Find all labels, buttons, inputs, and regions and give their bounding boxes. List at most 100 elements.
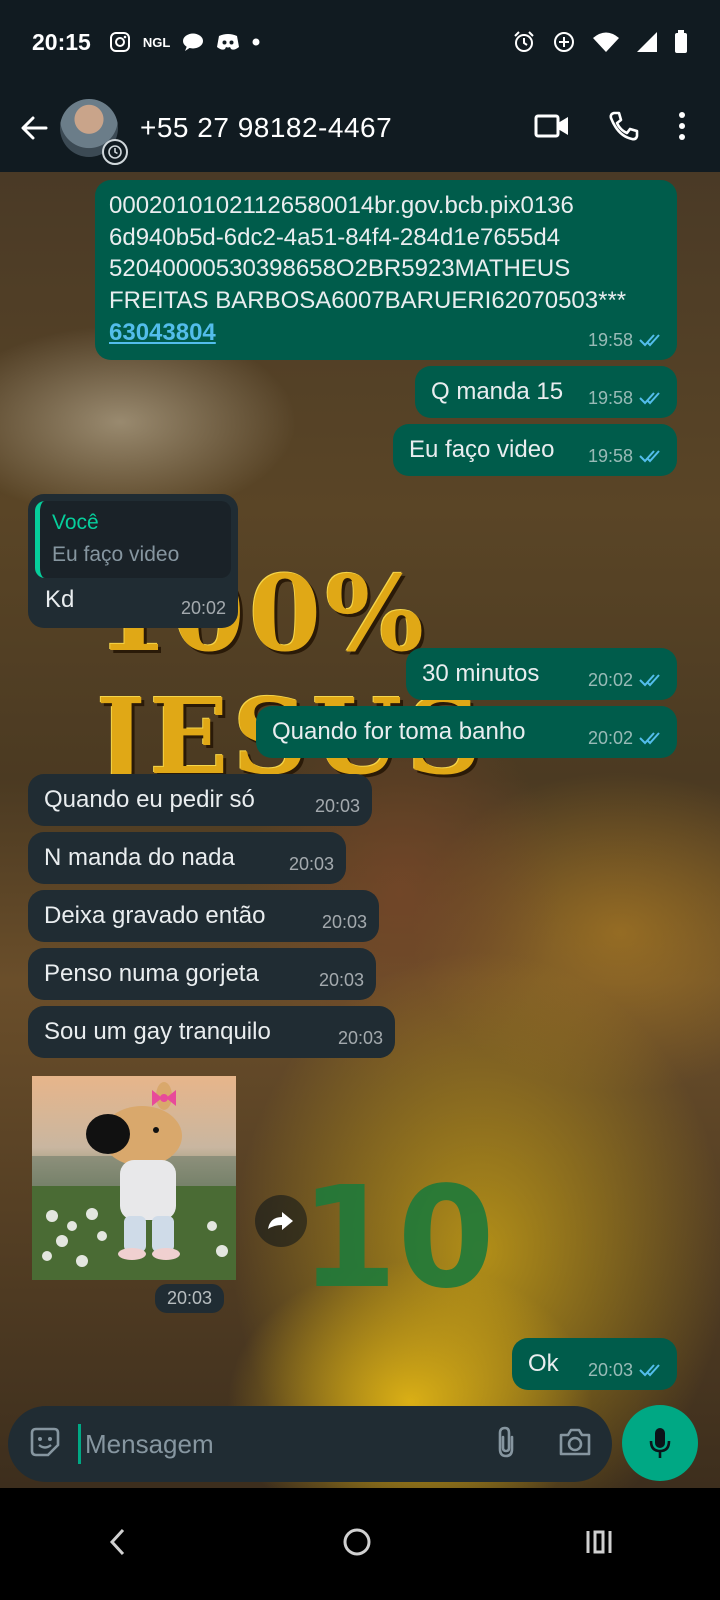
system-navigation-bar: [0, 1488, 720, 1600]
back-button[interactable]: [14, 108, 54, 148]
message-meta: 19:58: [588, 328, 665, 352]
message-bubble[interactable]: N manda do nada 20:03: [28, 832, 346, 884]
message-meta: 20:03: [588, 1358, 665, 1382]
nav-home-button[interactable]: [342, 1527, 372, 1562]
message-meta: 20:02: [588, 726, 665, 750]
message-text: Eu faço video: [409, 436, 555, 463]
message-bubble[interactable]: Deixa gravado então 20:03: [28, 890, 379, 942]
message-text: Kd: [45, 585, 75, 613]
quote-text: Eu faço video: [52, 543, 180, 567]
read-ticks-icon: [639, 1363, 665, 1377]
read-ticks-icon: [639, 731, 665, 745]
message-time: 20:03: [288, 853, 334, 874]
chat-icon: [182, 30, 204, 54]
more-vertical-icon: [679, 111, 685, 140]
instagram-icon: [109, 30, 131, 54]
emoji-button[interactable]: [28, 1425, 62, 1464]
battery-icon: [674, 30, 688, 54]
message-time: 20:03: [587, 1359, 633, 1380]
wifi-icon: [592, 30, 620, 54]
message-meta: 20:02: [588, 668, 665, 692]
notification-icons: NGL: [109, 30, 260, 54]
message-time: 20:02: [180, 597, 226, 618]
message-bubble[interactable]: Quando eu pedir só 20:03: [28, 774, 372, 826]
message-bubble[interactable]: Penso numa gorjeta 20:03: [28, 948, 376, 1000]
voice-call-button[interactable]: [608, 110, 640, 147]
data-saver-icon: [552, 30, 576, 54]
ngl-icon: NGL: [142, 34, 171, 50]
status-time: 20:15: [32, 28, 91, 55]
message-time: 20:03: [337, 1027, 383, 1048]
quote-author: Você: [52, 511, 99, 534]
read-ticks-icon: [639, 449, 665, 463]
message-text: Ok: [528, 1350, 559, 1377]
message-time: 19:58: [587, 445, 633, 466]
video-call-button[interactable]: [534, 113, 570, 144]
forward-button[interactable]: [255, 1195, 307, 1247]
message-meta: 20:03: [289, 852, 334, 876]
read-ticks-icon: [639, 333, 665, 347]
message-meta: 19:58: [588, 444, 665, 468]
message-time: 20:02: [587, 727, 633, 748]
message-bubble[interactable]: Quando for toma banho 20:02: [256, 706, 677, 758]
message-bubble[interactable]: Q manda 15 19:58: [415, 366, 677, 418]
message-composer: [8, 1406, 612, 1482]
message-bubble[interactable]: 30 minutos 20:02: [406, 648, 677, 700]
read-ticks-icon: [639, 391, 665, 405]
message-bubble[interactable]: Ok 20:03: [512, 1338, 677, 1390]
message-text: Q manda 15: [431, 378, 564, 405]
message-bubble[interactable]: Sou um gay tranquilo 20:03: [28, 1006, 395, 1058]
microphone-icon: [649, 1428, 671, 1458]
forward-icon: [268, 1212, 293, 1230]
sticker-smiley-icon: [30, 1427, 60, 1456]
message-meta: 19:58: [588, 386, 665, 410]
system-icons: [512, 30, 688, 54]
wallpaper-shirt-number: 10: [300, 1157, 495, 1320]
nav-back-button[interactable]: [107, 1527, 129, 1562]
message-text: Penso numa gorjeta: [44, 960, 259, 987]
contact-name[interactable]: +55 27 98182-4467: [140, 112, 392, 144]
video-camera-icon: [534, 114, 568, 137]
status-bar: 20:15 NGL: [0, 0, 720, 84]
voice-message-button[interactable]: [622, 1405, 698, 1481]
message-text: Quando for toma banho: [272, 718, 526, 745]
alarm-icon: [512, 30, 536, 54]
message-text: 30 minutos: [422, 660, 540, 687]
message-meta: 20:03: [338, 1026, 383, 1050]
message-text: Quando eu pedir só: [44, 786, 255, 813]
chevron-left-icon: [109, 1528, 124, 1555]
sticker-image[interactable]: [32, 1076, 236, 1280]
dog-sticker-icon: [32, 1082, 236, 1280]
message-text: 00020101021126580014br.gov.bcb.pix0136 6…: [109, 192, 627, 315]
more-options-button[interactable]: [678, 111, 686, 146]
disappearing-messages-icon: [102, 139, 128, 165]
message-time: 20:03: [155, 1284, 225, 1313]
message-bubble[interactable]: Eu faço video 19:58: [393, 424, 677, 476]
camera-icon: [559, 1428, 591, 1455]
quoted-message[interactable]: Você Eu faço video: [35, 501, 231, 578]
message-time: 20:02: [587, 669, 633, 690]
message-input[interactable]: [78, 1424, 494, 1464]
paperclip-icon: [498, 1426, 514, 1457]
message-time: 20:03: [321, 911, 367, 932]
message-text: Deixa gravado então: [44, 902, 266, 929]
avatar[interactable]: [60, 99, 128, 165]
message-time: 19:58: [587, 387, 633, 408]
arrow-left-icon: [21, 116, 48, 140]
camera-button[interactable]: [558, 1427, 592, 1462]
message-bubble[interactable]: 00020101021126580014br.gov.bcb.pix0136 6…: [95, 180, 677, 360]
attach-button[interactable]: [494, 1425, 518, 1464]
header-actions: [534, 110, 686, 147]
phone-icon: [609, 111, 639, 140]
message-bubble[interactable]: Você Eu faço video Kd 20:02: [28, 494, 238, 628]
message-link[interactable]: 63043804: [109, 319, 216, 346]
message-time: 19:58: [587, 329, 633, 350]
message-text: Sou um gay tranquilo: [44, 1018, 271, 1045]
dot-icon: [252, 30, 260, 54]
recents-icon: [586, 1530, 612, 1553]
message-time: 20:03: [314, 795, 360, 816]
nav-recents-button[interactable]: [585, 1529, 613, 1560]
chat-header: +55 27 98182-4467: [0, 84, 720, 172]
signal-icon: [636, 30, 658, 54]
message-meta: 20:02: [181, 596, 226, 620]
